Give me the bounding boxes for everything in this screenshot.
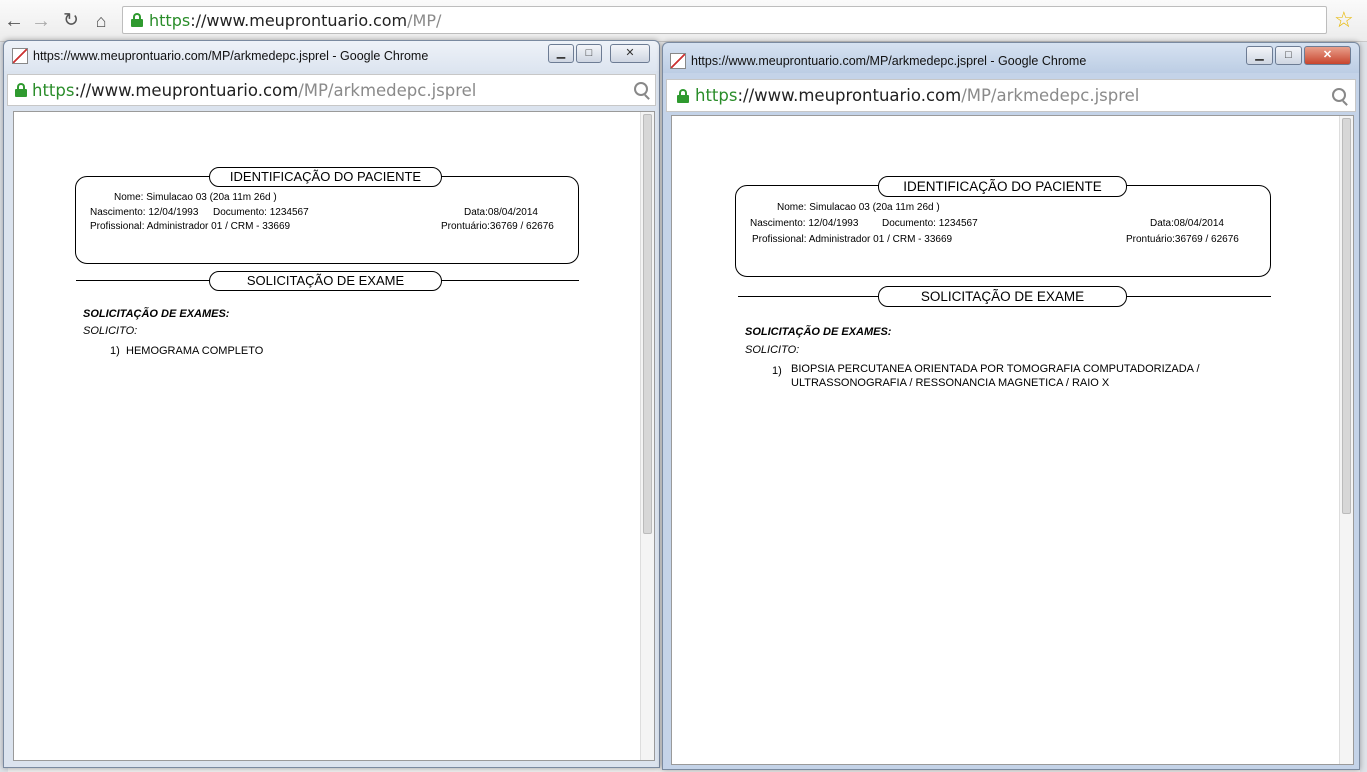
patient-id-box [75, 176, 579, 264]
right-popup-address-bar[interactable]: https://www.meuprontuario.com/MP/arkmede… [666, 79, 1356, 112]
secure-lock-icon [15, 83, 27, 97]
right-popup-window: https://www.meuprontuario.com/MP/arkmede… [662, 42, 1360, 770]
report-favicon-icon [12, 48, 28, 64]
solicito-label: SOLICITO: [83, 325, 138, 337]
professional: Profissional: Administrador 01 / CRM - 3… [752, 234, 953, 245]
solicito-label: SOLICITO: [745, 344, 800, 356]
zoom-magnifier-icon[interactable] [634, 82, 648, 96]
minimize-button[interactable]: ▁ [548, 44, 574, 63]
main-url-text: https://www.meuprontuario.com/MP/ [149, 11, 442, 30]
right-popup-title: https://www.meuprontuario.com/MP/arkmede… [691, 54, 1087, 68]
report-favicon-icon [670, 53, 686, 69]
patient-id-box [735, 185, 1271, 277]
patient-document: Documento: 1234567 [213, 207, 309, 218]
exam-item-number: 1) [110, 345, 120, 357]
patient-name: Nome: Simulacao 03 (20a 11m 26d ) [114, 192, 277, 203]
left-popup-window: https://www.meuprontuario.com/MP/arkmede… [3, 40, 660, 768]
report-date: Data:08/04/2014 [1150, 218, 1224, 229]
zoom-magnifier-icon[interactable] [1332, 88, 1346, 102]
background-page-right [1360, 42, 1367, 772]
back-arrow-icon[interactable]: ← [3, 9, 25, 33]
maximize-button[interactable]: □ [576, 44, 602, 63]
secure-lock-icon [131, 13, 143, 27]
home-icon[interactable]: ⌂ [90, 9, 112, 33]
scrollbar-thumb[interactable] [1342, 118, 1351, 514]
left-popup-address-bar[interactable]: https://www.meuprontuario.com/MP/arkmede… [7, 74, 656, 106]
report-date: Data:08/04/2014 [464, 207, 538, 218]
left-popup-titlebar[interactable]: https://www.meuprontuario.com/MP/arkmede… [4, 41, 659, 71]
left-popup-title: https://www.meuprontuario.com/MP/arkmede… [33, 49, 429, 63]
exam-item-text: HEMOGRAMA COMPLETO [126, 345, 264, 357]
left-popup-url-text: https://www.meuprontuario.com/MP/arkmede… [32, 81, 477, 100]
record-number: Prontuário:36769 / 62676 [1126, 234, 1239, 245]
patient-name: Nome: Simulacao 03 (20a 11m 26d ) [777, 202, 940, 213]
patient-id-title: IDENTIFICAÇÃO DO PACIENTE [878, 176, 1127, 197]
right-popup-titlebar[interactable]: https://www.meuprontuario.com/MP/arkmede… [663, 43, 1359, 73]
close-button[interactable]: ✕ [1304, 46, 1351, 65]
right-popup-url-text: https://www.meuprontuario.com/MP/arkmede… [695, 86, 1140, 105]
right-popup-viewport: IDENTIFICAÇÃO DO PACIENTE Nome: Simulaca… [671, 115, 1354, 765]
right-vertical-scrollbar[interactable] [1339, 116, 1353, 764]
maximize-button[interactable]: □ [1275, 46, 1302, 65]
main-browser-toolbar: ← → ↻ ⌂ https://www.meuprontuario.com/MP… [0, 0, 1367, 42]
patient-id-title: IDENTIFICAÇÃO DO PACIENTE [209, 167, 442, 187]
professional: Profissional: Administrador 01 / CRM - 3… [90, 221, 291, 232]
exam-item-number: 1) [772, 365, 782, 377]
exam-section-title: SOLICITAÇÃO DE EXAME [878, 286, 1127, 307]
main-address-bar[interactable]: https://www.meuprontuario.com/MP/ [122, 6, 1327, 34]
left-popup-viewport: IDENTIFICAÇÃO DO PACIENTE Nome: Simulaca… [13, 111, 655, 761]
minimize-button[interactable]: ▁ [1246, 46, 1273, 65]
record-number: Prontuário:36769 / 62676 [441, 221, 554, 232]
exams-heading: SOLICITAÇÃO DE EXAMES: [83, 308, 230, 320]
close-button[interactable]: ✕ [610, 44, 650, 63]
forward-arrow-icon[interactable]: → [30, 9, 52, 33]
bookmark-star-icon[interactable]: ☆ [1334, 8, 1354, 32]
patient-birthdate: Nascimento: 12/04/1993 [90, 207, 199, 218]
reload-icon[interactable]: ↻ [60, 9, 82, 33]
secure-lock-icon [677, 89, 689, 103]
patient-birthdate: Nascimento: 12/04/1993 [750, 218, 859, 229]
exams-heading: SOLICITAÇÃO DE EXAMES: [745, 326, 892, 338]
left-vertical-scrollbar[interactable] [640, 112, 654, 760]
patient-document: Documento: 1234567 [882, 218, 978, 229]
exam-section-title: SOLICITAÇÃO DE EXAME [209, 271, 442, 291]
exam-item-text: BIOPSIA PERCUTANEA ORIENTADA POR TOMOGRA… [791, 363, 1200, 389]
scrollbar-thumb[interactable] [643, 114, 652, 534]
